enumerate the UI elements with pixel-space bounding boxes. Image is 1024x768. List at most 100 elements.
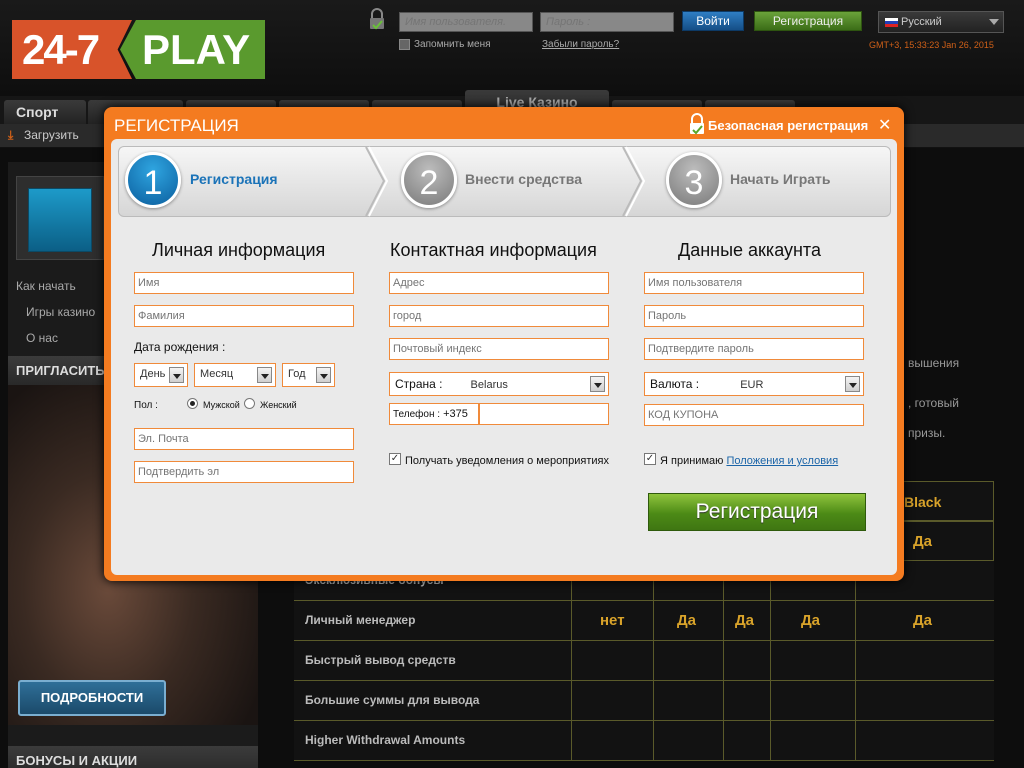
table-row-label: Большие суммы для вывода bbox=[305, 693, 480, 707]
table-value: Да bbox=[735, 612, 755, 629]
city-field[interactable] bbox=[389, 305, 609, 327]
currency-label: Валюта : bbox=[650, 377, 700, 391]
accept-label: Я принимаю Положения и условия bbox=[660, 455, 838, 467]
logo-play: PLAY bbox=[120, 20, 265, 79]
username-field[interactable] bbox=[644, 272, 864, 294]
table-row-label: Higher Withdrawal Amounts bbox=[305, 733, 466, 747]
notify-label: Получать уведомления о мероприятиях bbox=[405, 455, 609, 467]
language-select[interactable]: Русский bbox=[878, 11, 1004, 33]
step-1-number: 1 bbox=[125, 152, 181, 208]
year-value: Год bbox=[288, 368, 306, 380]
login-button[interactable]: Войти bbox=[682, 11, 744, 31]
password-field[interactable] bbox=[644, 305, 864, 327]
personal-info-heading: Личная информация bbox=[152, 240, 326, 260]
last-name-field[interactable] bbox=[134, 305, 354, 327]
table-cell bbox=[571, 641, 572, 681]
language-value: Русский bbox=[901, 16, 942, 28]
table-cell bbox=[855, 641, 856, 681]
table-row: Быстрый вывод средств bbox=[294, 641, 994, 681]
russia-flag-icon bbox=[885, 18, 898, 27]
table-cell bbox=[653, 681, 654, 721]
email-confirm-field[interactable] bbox=[134, 461, 354, 483]
terms-link[interactable]: Положения и условия bbox=[726, 455, 838, 467]
table-cell bbox=[770, 721, 771, 761]
phone-code-box[interactable]: Телефон : +375 bbox=[389, 403, 479, 425]
step-3-number: 3 bbox=[666, 152, 722, 208]
currency-select[interactable]: Валюта : EUR bbox=[644, 372, 864, 396]
contact-info-heading: Контактная информация bbox=[390, 240, 597, 260]
nav-sport[interactable]: Спорт bbox=[4, 100, 86, 124]
table-cell bbox=[571, 601, 572, 641]
chevron-down-icon bbox=[590, 376, 605, 392]
table-cell bbox=[855, 681, 856, 721]
table-cell bbox=[770, 681, 771, 721]
secure-registration-label: Безопасная регистрация bbox=[708, 118, 869, 133]
female-label: Женский bbox=[260, 400, 297, 410]
table-cell bbox=[855, 601, 856, 641]
table-cell bbox=[653, 721, 654, 761]
email-field[interactable] bbox=[134, 428, 354, 450]
zip-field[interactable] bbox=[389, 338, 609, 360]
chevron-down-icon bbox=[989, 19, 999, 25]
sidebar-item-about[interactable]: О нас bbox=[26, 331, 58, 345]
table-value: нет bbox=[600, 612, 625, 629]
address-field[interactable] bbox=[389, 272, 609, 294]
table-row: Личный менеджер нет Да Да Да Да bbox=[294, 601, 994, 641]
register-submit-button[interactable]: Регистрация bbox=[648, 493, 866, 531]
table-cell bbox=[770, 601, 771, 641]
currency-value: EUR bbox=[740, 379, 764, 391]
step-2-number: 2 bbox=[401, 152, 457, 208]
month-select[interactable]: Месяц bbox=[194, 363, 276, 387]
table-cell bbox=[723, 721, 724, 761]
sidebar-item-casino-games[interactable]: Игры казино bbox=[26, 305, 95, 319]
download-icon-tile[interactable] bbox=[28, 188, 92, 252]
step-3-label: Начать Играть bbox=[730, 171, 831, 187]
download-icon: ⤓ bbox=[8, 128, 14, 142]
table-cell bbox=[723, 681, 724, 721]
modal-title: РЕГИСТРАЦИЯ bbox=[114, 116, 239, 135]
forgot-password-link[interactable]: Забыли пароль? bbox=[542, 39, 619, 50]
upload-link[interactable]: Загрузить bbox=[24, 128, 79, 142]
dob-label: Дата рождения : bbox=[134, 340, 226, 354]
phone-number-field[interactable] bbox=[479, 403, 609, 425]
accept-text: Я принимаю bbox=[660, 455, 724, 467]
chevron-down-icon bbox=[316, 367, 331, 383]
step-1-label: Регистрация bbox=[190, 171, 278, 187]
password-input[interactable] bbox=[540, 12, 674, 32]
country-select[interactable]: Страна : Belarus bbox=[389, 372, 609, 396]
day-value: День bbox=[140, 368, 166, 380]
table-cell bbox=[653, 641, 654, 681]
first-name-field[interactable] bbox=[134, 272, 354, 294]
table-value: Да bbox=[801, 612, 821, 629]
username-input[interactable] bbox=[399, 12, 533, 32]
notify-checkbox[interactable]: ✓ bbox=[389, 453, 401, 465]
sidebar-item-how-to-start[interactable]: Как начать bbox=[16, 279, 76, 293]
table-cell bbox=[653, 601, 654, 641]
accept-checkbox[interactable]: ✓ bbox=[644, 453, 656, 465]
site-logo[interactable]: 24-7 PLAY bbox=[12, 20, 265, 79]
male-label: Мужской bbox=[203, 400, 240, 410]
bg-text-1: вышения bbox=[908, 356, 960, 370]
month-value: Месяц bbox=[200, 368, 234, 380]
table-value: Да bbox=[913, 533, 933, 550]
table-cell bbox=[571, 681, 572, 721]
female-radio[interactable] bbox=[244, 398, 255, 409]
phone-label: Телефон : bbox=[393, 409, 441, 420]
day-select[interactable]: День bbox=[134, 363, 188, 387]
clock: GMT+3, 15:33:23 Jan 26, 2015 bbox=[869, 40, 994, 50]
chevron-down-icon bbox=[845, 376, 860, 392]
remember-checkbox[interactable] bbox=[399, 39, 410, 50]
details-button[interactable]: ПОДРОБНОСТИ bbox=[18, 680, 166, 716]
close-icon[interactable]: ✕ bbox=[878, 115, 891, 134]
account-data-heading: Данные аккаунта bbox=[678, 240, 821, 260]
register-button-top[interactable]: Регистрация bbox=[754, 11, 862, 31]
table-row: Большие суммы для вывода bbox=[294, 681, 994, 721]
phone-code: +375 bbox=[443, 408, 468, 420]
year-select[interactable]: Год bbox=[282, 363, 335, 387]
password-confirm-field[interactable] bbox=[644, 338, 864, 360]
bg-text-2: , готовый bbox=[908, 396, 959, 410]
remember-label: Запомнить меня bbox=[414, 39, 491, 50]
male-radio[interactable] bbox=[187, 398, 198, 409]
country-label: Страна : bbox=[395, 377, 443, 391]
coupon-field[interactable] bbox=[644, 404, 864, 426]
